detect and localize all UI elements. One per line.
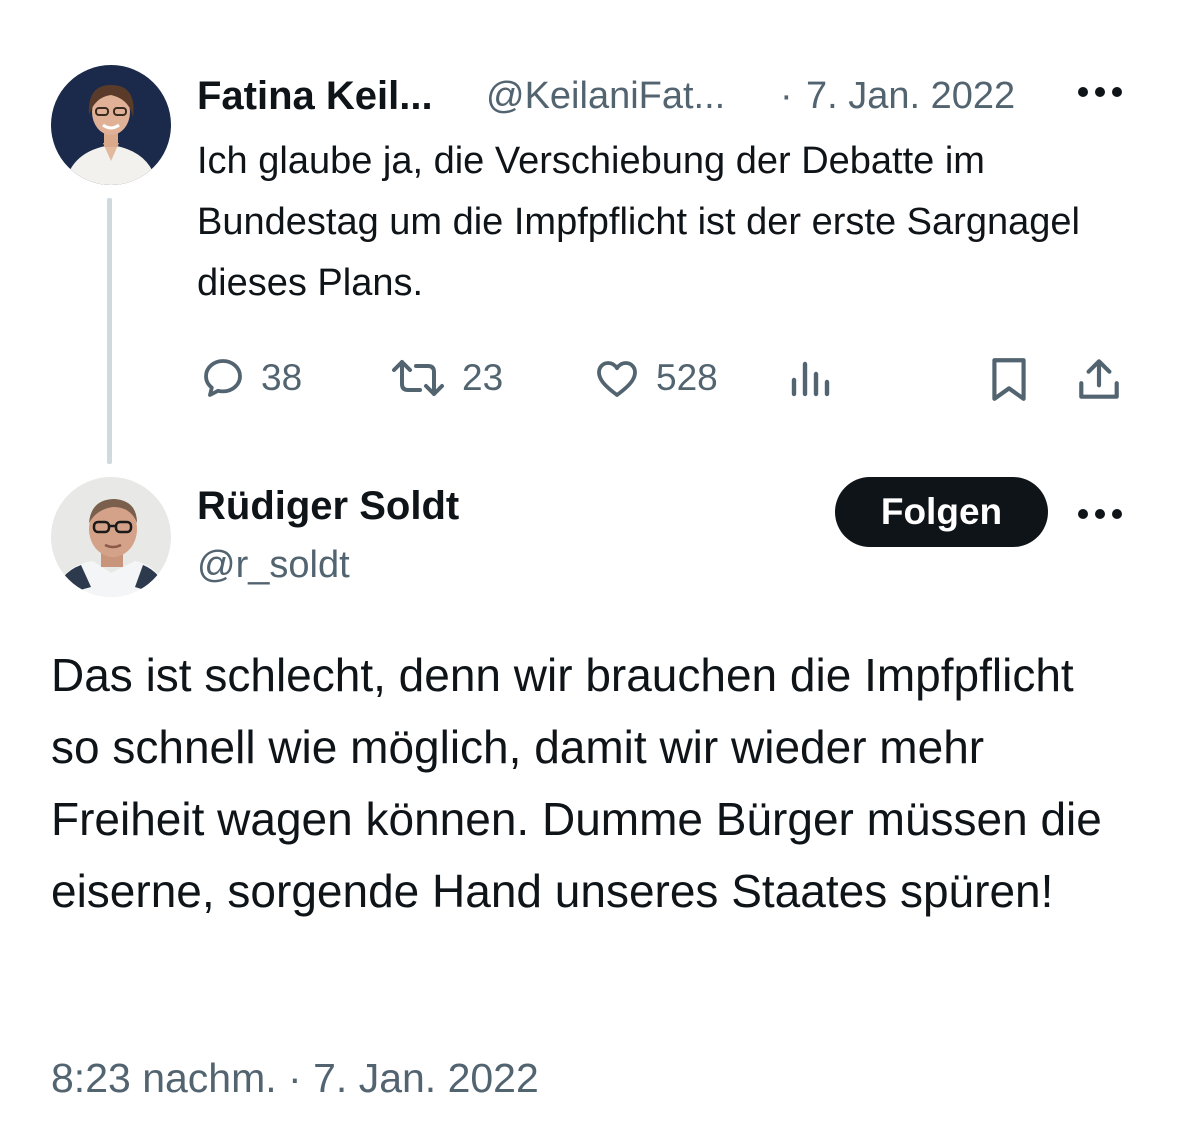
bookmark-icon xyxy=(992,358,1026,401)
main-author-name[interactable]: Rüdiger Soldt xyxy=(197,483,459,529)
views-icon xyxy=(791,361,830,397)
tweet-date: 7. Jan. 2022 xyxy=(313,1055,539,1101)
share-icon xyxy=(1079,359,1119,399)
main-author-handle[interactable]: @r_soldt xyxy=(197,543,350,587)
thread-connector-line xyxy=(107,198,112,464)
avatar-fatina[interactable] xyxy=(51,65,171,185)
views-button[interactable] xyxy=(788,353,832,403)
reply-icon xyxy=(204,359,242,397)
quoted-more-icon[interactable] xyxy=(1077,85,1123,104)
share-button[interactable] xyxy=(1074,354,1124,409)
retweet-icon xyxy=(392,360,444,396)
main-tweet-text: Das ist schlecht, denn wir brauchen die … xyxy=(51,649,1102,917)
heart-icon xyxy=(597,361,637,397)
quoted-date[interactable]: 7. Jan. 2022 xyxy=(806,74,1015,118)
timestamp-separator: · xyxy=(288,1055,302,1101)
reply-count: 38 xyxy=(261,357,303,398)
main-more-icon[interactable] xyxy=(1077,507,1123,526)
quoted-tweet-text: Ich glaube ja, die Verschiebung der Deba… xyxy=(197,140,1080,304)
retweet-button[interactable]: 23 xyxy=(388,353,503,403)
quoted-author-handle[interactable]: @KeilaniFat... xyxy=(486,74,725,118)
quoted-author-name[interactable]: Fatina Keil... xyxy=(197,73,433,119)
reply-button[interactable]: 38 xyxy=(199,353,302,403)
avatar-ruediger-image xyxy=(51,477,171,597)
avatar-ruediger[interactable] xyxy=(51,477,171,597)
tweet-time: 8:23 nachm. xyxy=(51,1055,277,1101)
like-count: 528 xyxy=(656,357,718,398)
quoted-date-separator: · xyxy=(780,75,793,117)
retweet-count: 23 xyxy=(462,357,504,398)
tweet-timestamp[interactable]: 8:23 nachm. · 7. Jan. 2022 xyxy=(51,1053,539,1103)
avatar-fatina-image xyxy=(51,65,171,185)
like-button[interactable]: 528 xyxy=(592,353,718,403)
follow-button[interactable]: Folgen xyxy=(835,477,1048,547)
bookmark-button[interactable] xyxy=(986,354,1032,409)
